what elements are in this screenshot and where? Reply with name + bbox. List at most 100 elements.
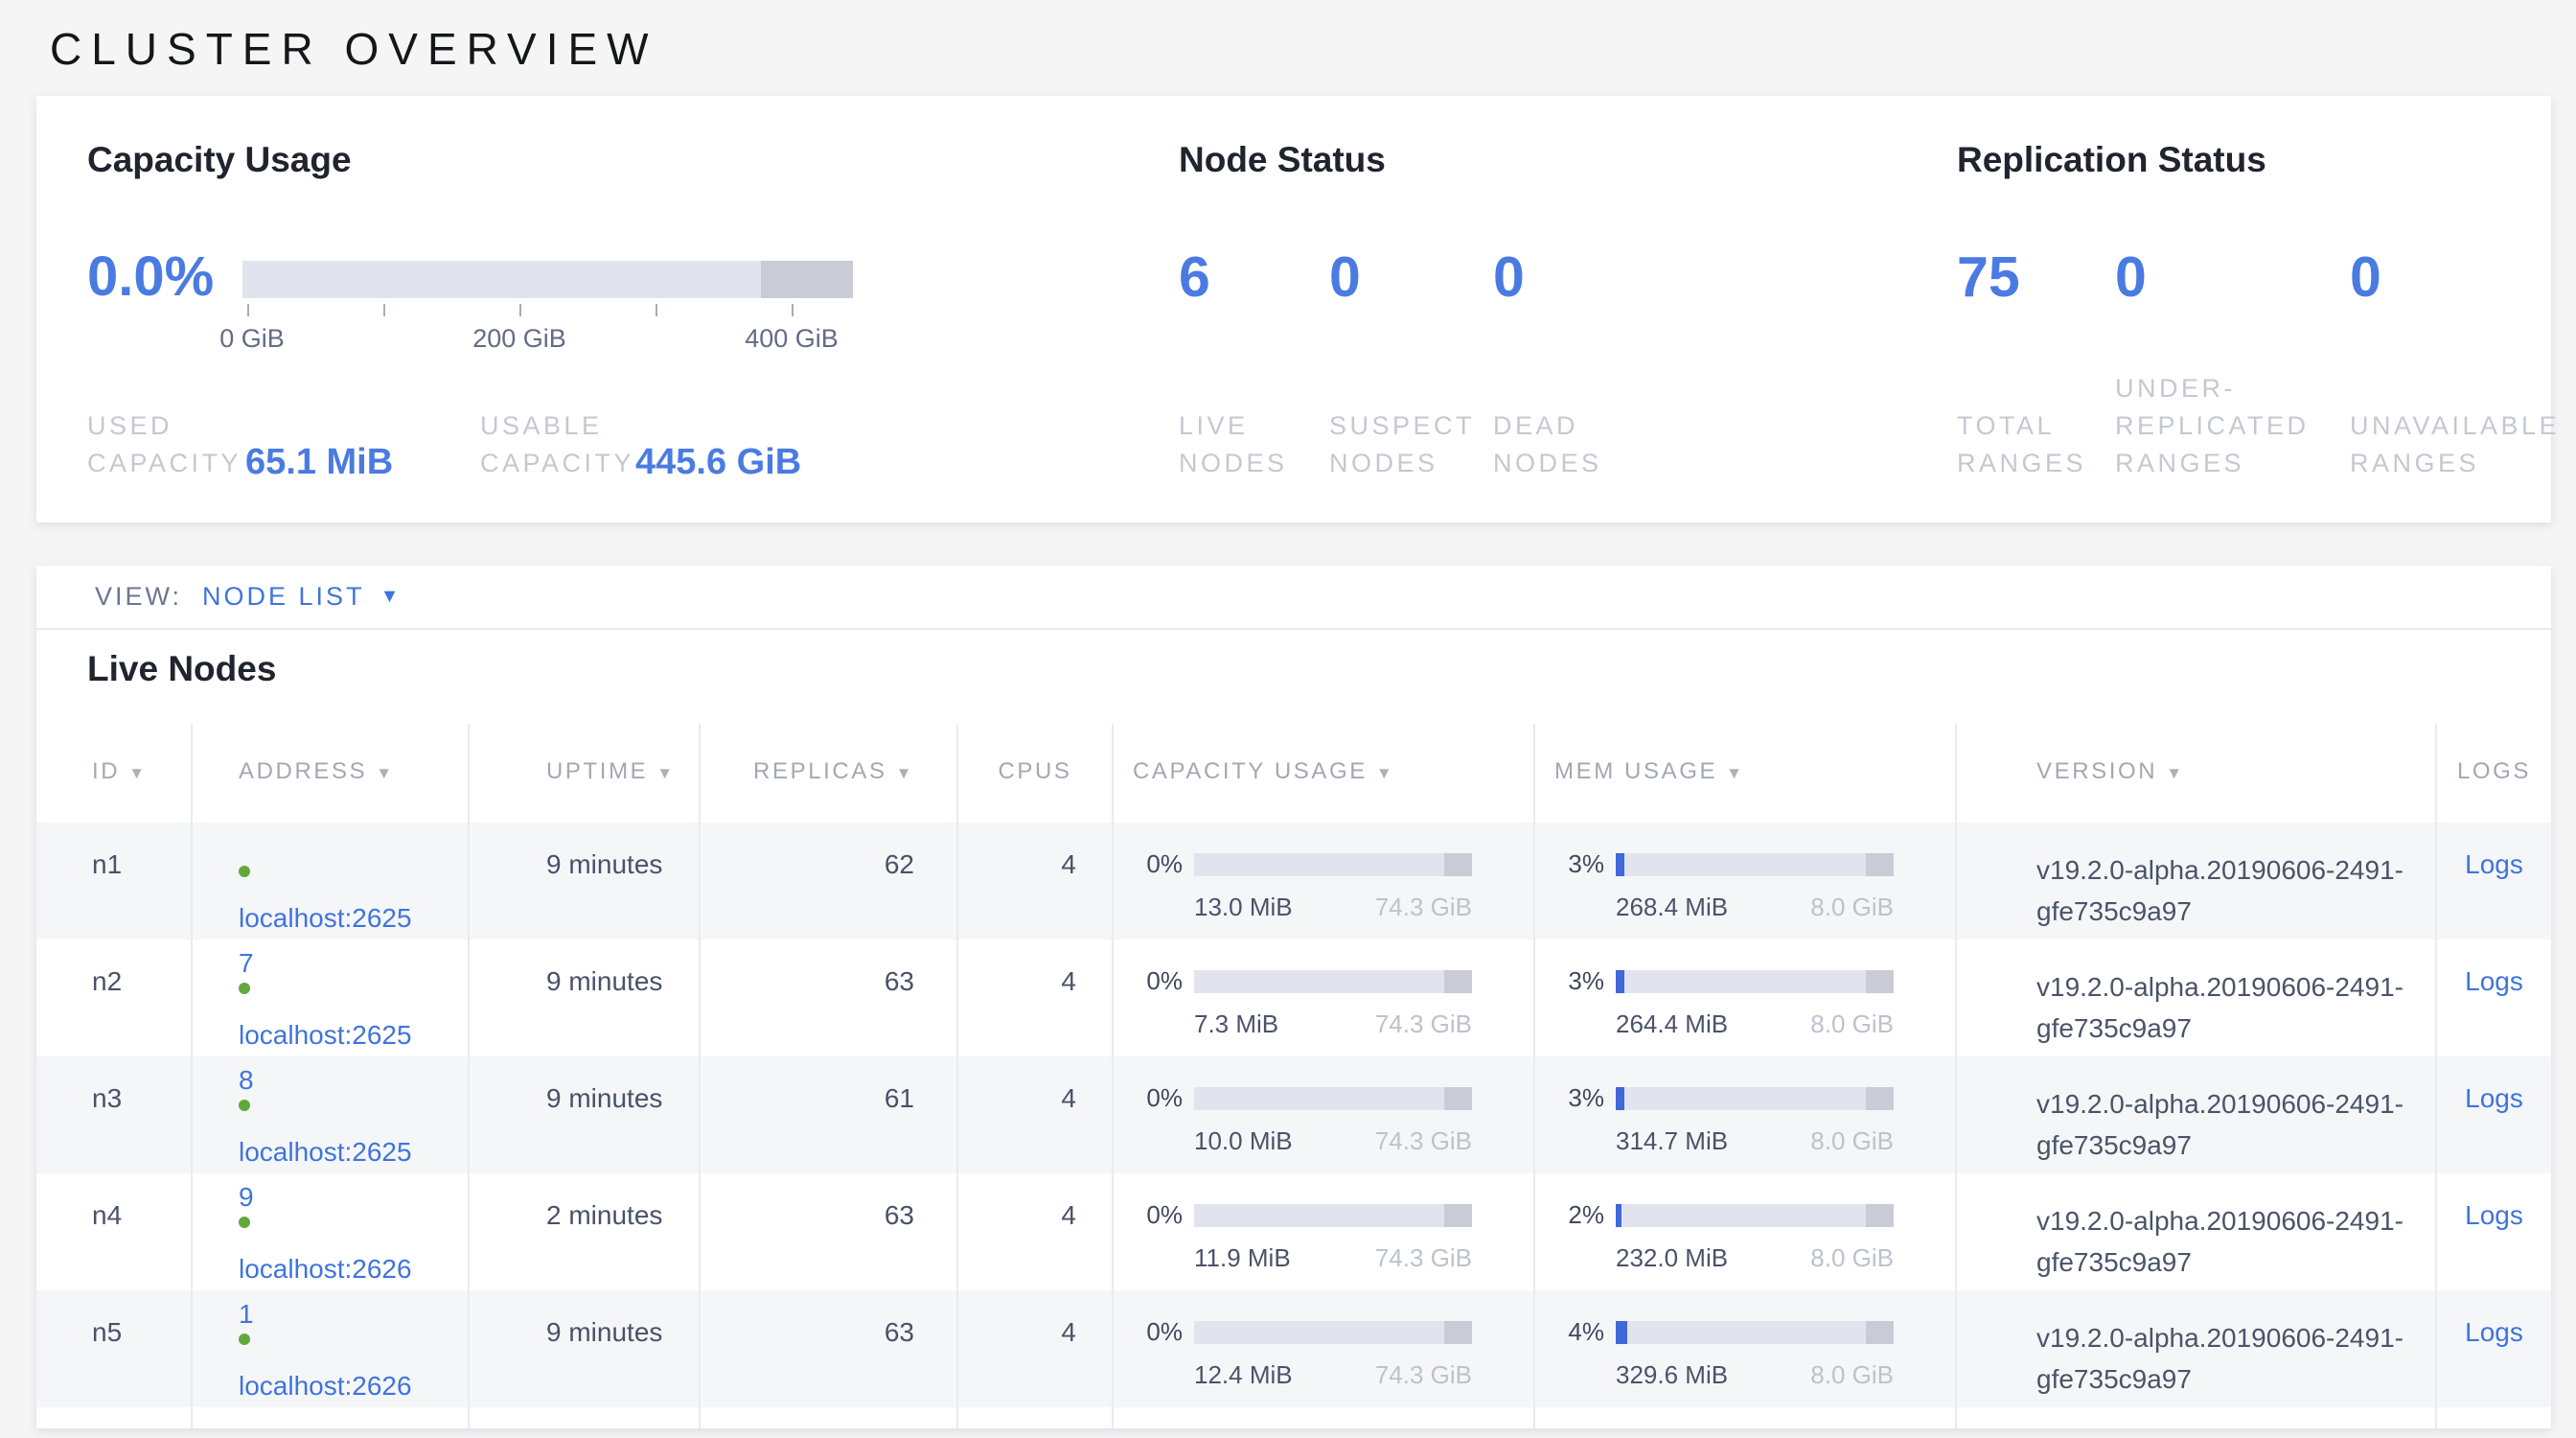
under-replicated-ranges-count: 0 (2115, 249, 2147, 306)
capacity-total-value: 74.3 GiB (1375, 893, 1472, 922)
column-header-replicas[interactable]: REPLICAS▼ (701, 724, 958, 823)
sort-arrow-icon: ▼ (128, 764, 147, 782)
column-header-cpus: CPUS (958, 724, 1114, 823)
column-header-logs: LOGS (2437, 724, 2551, 823)
capacity-meter (1194, 853, 1472, 876)
axis-tick-label: 200 GiB (472, 324, 566, 354)
axis-tick (519, 304, 521, 316)
capacity-used-value: 11.9 MiB (1194, 1243, 1291, 1273)
capacity-usage-title: Capacity Usage (87, 140, 352, 180)
mem-percent: 3% (1554, 849, 1604, 879)
mem-total-value: 8.0 GiB (1810, 1009, 1894, 1039)
used-capacity-label: USED CAPACITY (87, 407, 242, 482)
cluster-summary-card: Capacity Usage 0.0% 0 GiB 200 GiB 400 Gi… (36, 96, 2551, 522)
axis-tick-label: 0 GiB (219, 324, 285, 354)
mem-total-value: 8.0 GiB (1810, 1243, 1894, 1273)
table-row: n2 localhost:26258 9 minutes 63 4 0% 7.3… (36, 939, 2551, 1056)
node-list-card: VIEW: NODE LIST ▼ Live Nodes ID▼ ADDRESS… (36, 566, 2551, 1428)
node-live-dot-icon (239, 1334, 250, 1345)
column-header-capacity-usage[interactable]: CAPACITY USAGE▼ (1114, 724, 1535, 823)
capacity-used-value: 12.4 MiB (1194, 1360, 1293, 1390)
mem-total-value: 8.0 GiB (1810, 893, 1894, 922)
mem-used-value: 329.6 MiB (1616, 1360, 1728, 1390)
capacity-percent: 0% (1133, 1083, 1183, 1113)
capacity-used-percent: 0.0% (87, 249, 214, 305)
view-selected-value: NODE LIST (202, 582, 365, 612)
capacity-meter-nonusable-segment (761, 261, 853, 298)
suspect-nodes-count: 0 (1329, 249, 1361, 306)
logs-link[interactable]: Logs (2465, 1083, 2523, 1113)
capacity-percent: 0% (1133, 966, 1183, 996)
mem-percent: 3% (1554, 966, 1604, 996)
mem-used-value: 268.4 MiB (1616, 893, 1728, 922)
mem-total-value: 8.0 GiB (1810, 1360, 1894, 1390)
column-header-version[interactable]: VERSION▼ (1957, 724, 2437, 823)
node-live-dot-icon (239, 983, 250, 994)
column-header-uptime[interactable]: UPTIME▼ (470, 724, 701, 823)
usable-capacity-value: 445.6 GiB (635, 444, 801, 480)
mem-meter (1616, 1321, 1894, 1344)
cluster-overview-page: CLUSTER OVERVIEW Capacity Usage 0.0% 0 G… (0, 0, 2576, 1438)
unavailable-ranges-label: UNAVAILABLE RANGES (2350, 407, 2560, 482)
sort-arrow-icon: ▼ (2166, 764, 2184, 782)
capacity-used-value: 13.0 MiB (1194, 893, 1293, 922)
table-row: n5 localhost:26262 9 minutes 63 4 0% 12.… (36, 1290, 2551, 1407)
axis-tick (656, 304, 657, 316)
sort-arrow-icon: ▼ (376, 764, 394, 782)
mem-percent: 2% (1554, 1200, 1604, 1230)
logs-link[interactable]: Logs (2465, 1317, 2523, 1347)
logs-link[interactable]: Logs (2465, 966, 2523, 996)
unavailable-ranges-count: 0 (2350, 249, 2381, 306)
node-live-dot-icon (239, 1217, 250, 1228)
column-header-address[interactable]: ADDRESS▼ (193, 724, 470, 823)
capacity-used-value: 7.3 MiB (1194, 1009, 1278, 1039)
mem-meter (1616, 853, 1894, 876)
node-live-dot-icon (239, 866, 250, 877)
sort-arrow-icon: ▼ (896, 764, 914, 782)
capacity-meter (1194, 970, 1472, 993)
page-title: CLUSTER OVERVIEW (50, 23, 658, 75)
view-bar: VIEW: NODE LIST ▼ (36, 566, 2551, 630)
logs-link[interactable]: Logs (2465, 1200, 2523, 1230)
logs-link[interactable]: Logs (2465, 849, 2523, 879)
dead-nodes-label: DEAD NODES (1493, 407, 1602, 482)
mem-used-value: 264.4 MiB (1616, 1009, 1728, 1039)
capacity-meter (242, 261, 853, 298)
replication-status-title: Replication Status (1957, 140, 2266, 180)
capacity-meter (1194, 1204, 1472, 1227)
sort-arrow-icon: ▼ (1376, 764, 1394, 782)
table-body: n1 localhost:26257 9 minutes 62 4 0% 13.… (36, 823, 2551, 1407)
axis-tick (383, 304, 385, 316)
mem-percent: 4% (1554, 1317, 1604, 1347)
sort-arrow-icon: ▼ (1726, 764, 1744, 782)
usable-capacity-label: USABLE CAPACITY (480, 407, 634, 482)
axis-tick (247, 304, 249, 316)
mem-meter (1616, 1204, 1894, 1227)
capacity-percent: 0% (1133, 1317, 1183, 1347)
sort-arrow-icon: ▼ (656, 764, 675, 782)
live-nodes-label: LIVE NODES (1179, 407, 1288, 482)
capacity-usage-bar: 0 GiB 200 GiB 400 GiB (242, 261, 853, 298)
view-label: VIEW: (95, 582, 182, 612)
live-nodes-table-title: Live Nodes (87, 649, 276, 689)
capacity-total-value: 74.3 GiB (1375, 1243, 1472, 1273)
axis-tick-label: 400 GiB (745, 324, 839, 354)
capacity-percent: 0% (1133, 849, 1183, 879)
total-ranges-label: TOTAL RANGES (1957, 407, 2086, 482)
column-header-mem-usage[interactable]: MEM USAGE▼ (1535, 724, 1957, 823)
total-ranges-count: 75 (1957, 249, 2020, 306)
view-selector-dropdown[interactable]: NODE LIST ▼ (202, 582, 399, 612)
suspect-nodes-label: SUSPECT NODES (1329, 407, 1475, 482)
column-header-id[interactable]: ID▼ (36, 724, 193, 823)
table-row: n3 localhost:26259 9 minutes 61 4 0% 10.… (36, 1056, 2551, 1173)
capacity-used-value: 10.0 MiB (1194, 1126, 1293, 1156)
axis-tick (792, 304, 794, 316)
partial-next-row (36, 1407, 2551, 1428)
mem-meter (1616, 970, 1894, 993)
used-capacity-value: 65.1 MiB (245, 444, 393, 480)
mem-total-value: 8.0 GiB (1810, 1126, 1894, 1156)
mem-used-value: 314.7 MiB (1616, 1126, 1728, 1156)
node-status-title: Node Status (1179, 140, 1386, 180)
live-nodes-count: 6 (1179, 249, 1210, 306)
mem-meter (1616, 1087, 1894, 1110)
